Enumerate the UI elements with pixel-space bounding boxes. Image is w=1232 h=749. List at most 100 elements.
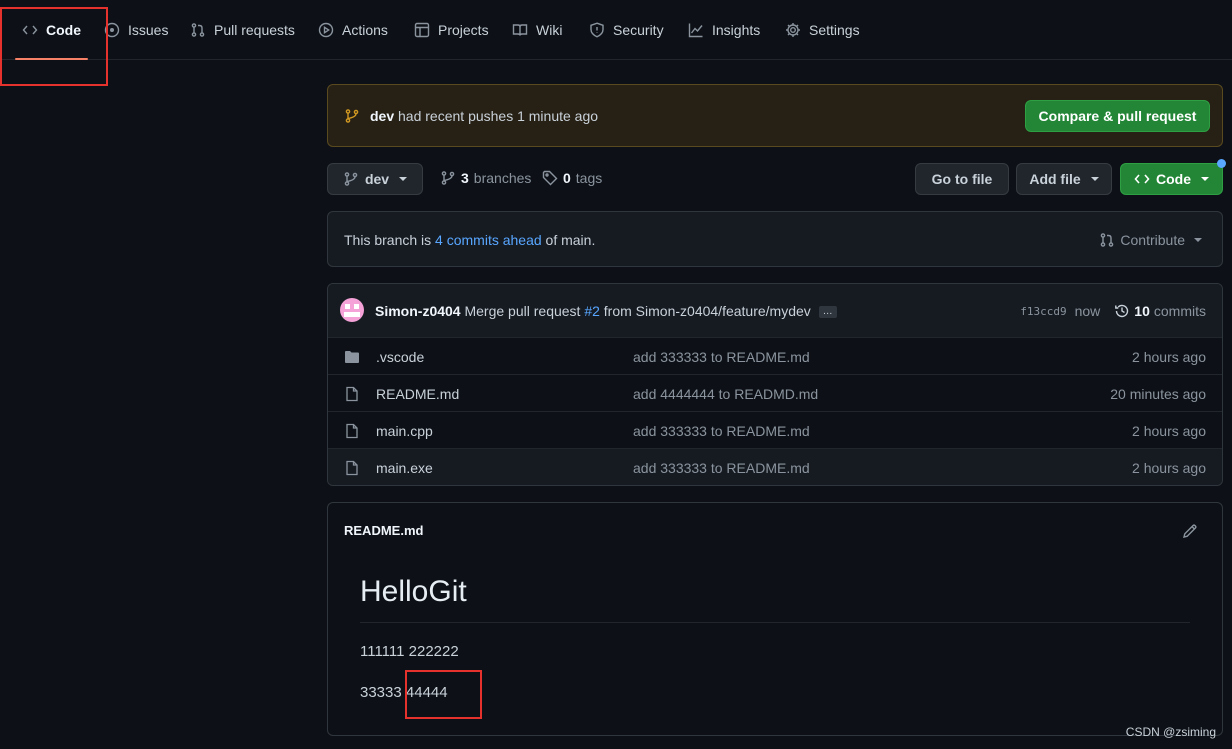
file-name[interactable]: main.exe (376, 460, 433, 476)
watermark: CSDN @zsiming (1125, 725, 1216, 739)
branches-link[interactable]: 3 branches (440, 170, 531, 186)
table-icon (414, 22, 430, 38)
go-to-file-button[interactable]: Go to file (915, 163, 1009, 195)
file-name[interactable]: README.md (376, 386, 459, 402)
commits-count: 10 (1134, 303, 1150, 319)
file-row[interactable]: .vscode add 333333 to README.md 2 hours … (328, 337, 1222, 374)
branch-status-prefix: This branch is (344, 232, 432, 248)
chevron-down-icon (1201, 177, 1209, 181)
folder-icon (345, 351, 359, 363)
commit-sha[interactable]: f13ccd9 (1020, 305, 1066, 318)
file-name[interactable]: .vscode (376, 349, 424, 365)
file-commit-message[interactable]: add 333333 to README.md (633, 460, 810, 476)
commits-history-link[interactable]: 10 commits (1114, 303, 1206, 319)
pencil-icon[interactable] (1182, 523, 1198, 539)
pull-request-link[interactable]: #2 (584, 303, 600, 319)
add-file-label: Add file (1029, 171, 1081, 187)
branch-status-box: This branch is 4 commits ahead of main. … (327, 211, 1223, 267)
branch-icon (441, 171, 455, 185)
book-icon (512, 24, 528, 36)
code-icon (1134, 174, 1150, 184)
contribute-label: Contribute (1120, 232, 1185, 248)
readme-line-2-part-a: 33333 (360, 684, 402, 701)
branches-count: 3 (461, 170, 469, 186)
pull-request-icon (1101, 233, 1114, 247)
readme-line-2: 33333 44444 (360, 684, 448, 701)
file-name[interactable]: main.cpp (376, 423, 433, 439)
pushed-branch-name[interactable]: dev (370, 108, 394, 124)
commits-label: commits (1153, 303, 1206, 319)
add-file-button[interactable]: Add file (1016, 163, 1112, 195)
branch-select-button[interactable]: dev (327, 163, 423, 195)
code-dropdown-button[interactable]: Code (1120, 163, 1223, 195)
tab-security[interactable]: Security (589, 0, 664, 60)
readme-line-2-part-b: 44444 (405, 684, 448, 701)
contribute-button[interactable]: Contribute (1099, 232, 1202, 248)
tags-count: 0 (563, 170, 571, 186)
tab-projects[interactable]: Projects (414, 0, 489, 60)
code-dropdown-label: Code (1156, 171, 1191, 187)
branches-label: branches (473, 170, 532, 186)
file-commit-message[interactable]: add 333333 to README.md (633, 423, 810, 439)
tag-icon (542, 170, 558, 186)
graph-icon (688, 23, 703, 38)
tab-actions[interactable]: Actions (318, 0, 388, 60)
branch-icon (344, 172, 358, 186)
tab-issues-label: Issues (128, 22, 169, 38)
tab-wiki-label: Wiki (536, 22, 563, 38)
branch-status-text: This branch is 4 commits ahead of main. (344, 232, 595, 248)
commits-ahead-link[interactable]: 4 commits ahead (435, 232, 542, 248)
tab-insights[interactable]: Insights (688, 0, 760, 60)
code-icon (22, 25, 38, 35)
shield-icon (590, 22, 604, 38)
tab-pull-requests-label: Pull requests (214, 22, 295, 38)
file-icon (346, 423, 358, 439)
tab-actions-label: Actions (342, 22, 388, 38)
history-icon (1115, 304, 1129, 318)
chevron-down-icon (1090, 177, 1099, 181)
tab-code[interactable]: Code (15, 0, 88, 60)
commit-message-prefix: Merge pull request (464, 303, 581, 319)
branch-icon (345, 108, 359, 123)
file-icon (346, 460, 358, 476)
file-commit-message[interactable]: add 4444444 to READMD.md (633, 386, 818, 402)
tab-projects-label: Projects (438, 22, 489, 38)
file-age: 2 hours ago (1132, 423, 1206, 439)
gear-icon (786, 23, 800, 37)
compare-pull-request-button[interactable]: Compare & pull request (1025, 100, 1210, 132)
notification-dot (1217, 159, 1226, 168)
file-row[interactable]: main.cpp add 333333 to README.md 2 hours… (328, 411, 1222, 448)
file-icon (346, 386, 358, 402)
chevron-down-icon (399, 177, 408, 181)
tab-pull-requests[interactable]: Pull requests (190, 0, 295, 60)
file-row[interactable]: README.md add 4444444 to READMD.md 20 mi… (328, 374, 1222, 411)
expand-commit-button[interactable]: … (818, 306, 837, 319)
play-circle-icon (318, 22, 334, 38)
branch-status-suffix: of main. (545, 232, 596, 248)
file-commit-message[interactable]: add 333333 to README.md (633, 349, 810, 365)
commit-message-suffix: from Simon-z0404/feature/mydev (603, 303, 811, 319)
readme-line-1: 111111 222222 (360, 643, 459, 660)
commit-message: Simon-z0404 Merge pull request #2 from S… (375, 303, 837, 319)
tab-wiki[interactable]: Wiki (512, 0, 562, 60)
readme-panel: README.md HelloGit 111111 222222 33333 4… (327, 502, 1223, 736)
commit-time: now (1074, 303, 1101, 319)
file-age: 2 hours ago (1132, 460, 1206, 476)
latest-commit-bar: Simon-z0404 Merge pull request #2 from S… (328, 284, 1222, 337)
avatar[interactable] (340, 298, 364, 322)
file-row[interactable]: main.exe add 333333 to README.md 2 hours… (328, 448, 1222, 485)
readme-filename[interactable]: README.md (344, 523, 423, 538)
tags-link[interactable]: 0 tags (542, 170, 602, 186)
file-age: 2 hours ago (1132, 349, 1206, 365)
tab-settings[interactable]: Settings (785, 0, 860, 60)
tab-issues[interactable]: Issues (104, 0, 168, 60)
recent-pushes-message: had recent pushes 1 minute ago (398, 107, 599, 124)
recent-pushes-text: dev had recent pushes 1 minute ago (370, 108, 598, 124)
readme-title: HelloGit (360, 575, 467, 608)
repo-nav: Code Issues Pull requests Actions Projec… (0, 0, 1232, 60)
chevron-down-icon (1194, 238, 1202, 242)
commit-author[interactable]: Simon-z0404 (375, 303, 461, 319)
tags-label: tags (575, 170, 603, 186)
tab-code-label: Code (46, 22, 81, 38)
file-age: 20 minutes ago (1110, 386, 1206, 402)
